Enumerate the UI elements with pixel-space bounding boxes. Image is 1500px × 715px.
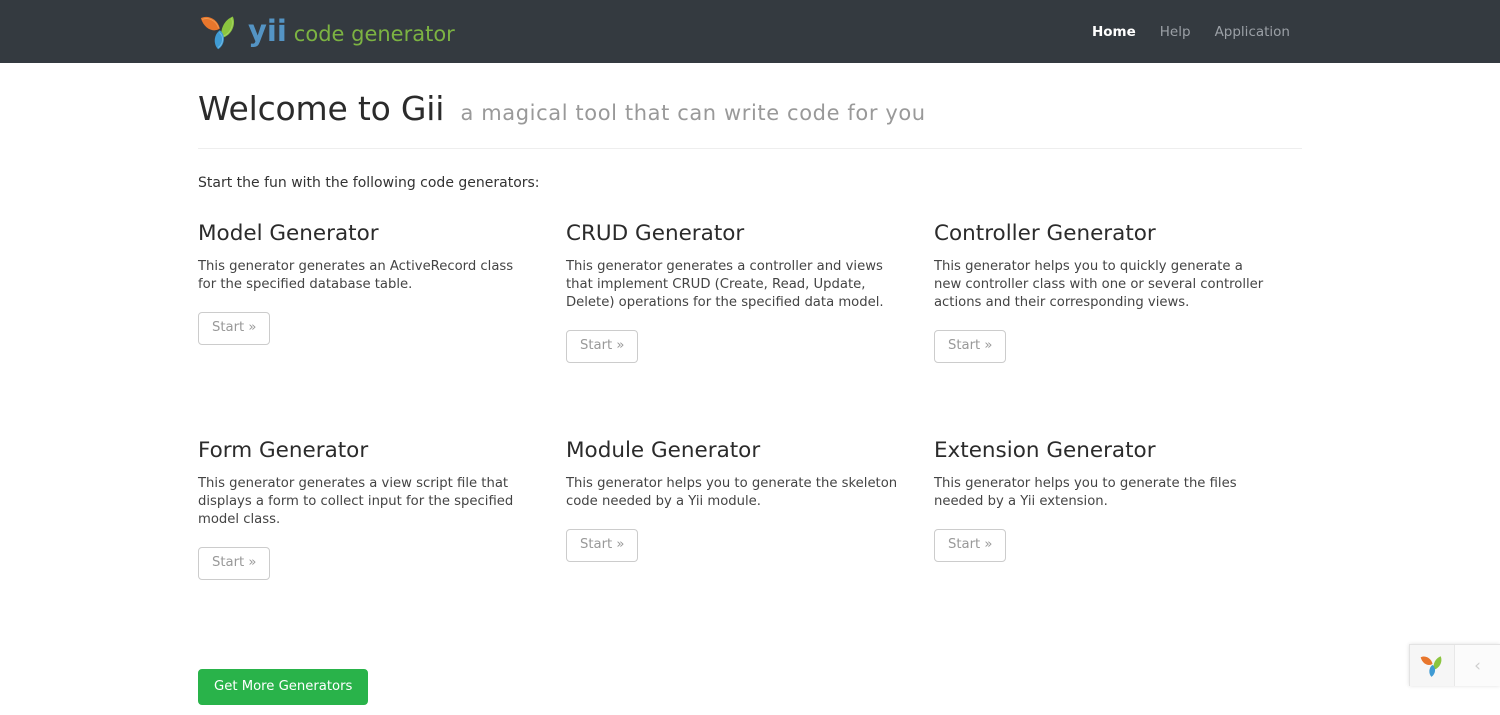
generator-title: Module Generator (566, 438, 900, 464)
nav-link-help[interactable]: Help (1148, 18, 1203, 46)
generator-title: Model Generator (198, 221, 532, 247)
page-subtitle: a magical tool that can write code for y… (460, 101, 925, 125)
generator-row-1: Model Generator This generator generates… (198, 221, 1302, 438)
page-title: Welcome to Gii a magical tool that can w… (198, 89, 1302, 129)
start-button-module[interactable]: Start » (566, 529, 638, 562)
debug-toolbar: ‹ (1409, 644, 1500, 686)
generator-description: This generator generates a controller an… (566, 258, 900, 312)
nav-item-help: Help (1148, 18, 1203, 46)
generator-title: Controller Generator (934, 221, 1268, 247)
generator-card-form: Form Generator This generator generates … (198, 438, 532, 655)
brand-subtitle: code generator (294, 24, 455, 45)
yii-logo-icon (1419, 654, 1445, 678)
nav-link-home[interactable]: Home (1080, 18, 1148, 46)
yii-logo-icon (198, 13, 240, 51)
nav-item-home: Home (1080, 18, 1148, 46)
start-button-extension[interactable]: Start » (934, 529, 1006, 562)
footer-actions: Get More Generators (198, 669, 1302, 715)
navbar-inner: yii code generator Home Help Application (198, 0, 1302, 63)
generator-col: Model Generator This generator generates… (198, 221, 566, 438)
start-button-controller[interactable]: Start » (934, 330, 1006, 363)
debug-toolbar-logo-button[interactable] (1410, 645, 1455, 686)
generator-description: This generator generates an ActiveRecord… (198, 258, 532, 294)
nav-item-application: Application (1203, 18, 1302, 46)
generator-card-model: Model Generator This generator generates… (198, 221, 532, 438)
generator-title: Extension Generator (934, 438, 1268, 464)
generator-card-crud: CRUD Generator This generator generates … (566, 221, 900, 438)
generator-col: Module Generator This generator helps yo… (566, 438, 934, 655)
brand-link[interactable]: yii code generator (198, 13, 455, 51)
generator-col: Form Generator This generator generates … (198, 438, 566, 655)
get-more-generators-button[interactable]: Get More Generators (198, 669, 368, 705)
main-container: Welcome to Gii a magical tool that can w… (198, 63, 1302, 715)
generator-card-module: Module Generator This generator helps yo… (566, 438, 900, 655)
generator-col: CRUD Generator This generator generates … (566, 221, 934, 438)
navbar-links: Home Help Application (1080, 18, 1302, 46)
start-button-crud[interactable]: Start » (566, 330, 638, 363)
top-navbar: yii code generator Home Help Application (0, 0, 1500, 63)
generator-card-extension: Extension Generator This generator helps… (934, 438, 1268, 655)
nav-link-application[interactable]: Application (1203, 18, 1302, 46)
start-button-model[interactable]: Start » (198, 312, 270, 345)
chevron-left-icon[interactable]: ‹ (1455, 645, 1500, 686)
generator-col: Extension Generator This generator helps… (934, 438, 1302, 655)
generator-title: Form Generator (198, 438, 532, 464)
brand-name: yii (248, 17, 287, 46)
page-title-text: Welcome to Gii (198, 89, 444, 128)
lead-text: Start the fun with the following code ge… (198, 173, 1302, 193)
page-header: Welcome to Gii a magical tool that can w… (198, 89, 1302, 149)
generator-description: This generator helps you to generate the… (934, 475, 1268, 511)
generator-title: CRUD Generator (566, 221, 900, 247)
generator-description: This generator generates a view script f… (198, 475, 532, 529)
generator-description: This generator helps you to generate the… (566, 475, 900, 511)
generator-row-2: Form Generator This generator generates … (198, 438, 1302, 655)
generator-card-controller: Controller Generator This generator help… (934, 221, 1268, 438)
generator-description: This generator helps you to quickly gene… (934, 258, 1268, 312)
start-button-form[interactable]: Start » (198, 547, 270, 580)
generator-col: Controller Generator This generator help… (934, 221, 1302, 438)
